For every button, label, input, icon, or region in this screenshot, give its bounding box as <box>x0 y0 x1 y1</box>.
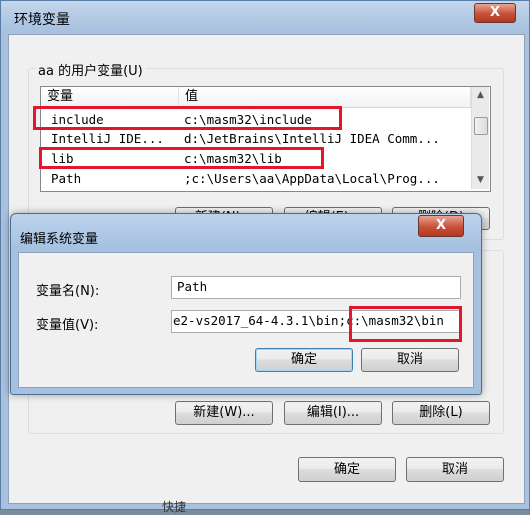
background-bottom-text: 快捷 <box>162 500 187 514</box>
ok-button[interactable]: 确定 <box>298 457 396 482</box>
dialog-ok-button[interactable]: 确定 <box>255 348 353 372</box>
window-title: 环境变量 <box>14 12 70 28</box>
variable-value: d:\JetBrains\IntelliJ IDEA Comm... <box>184 131 440 146</box>
scroll-down-arrow-icon[interactable]: ▼ <box>472 172 489 189</box>
highlight-masm32-bin <box>349 306 462 342</box>
variable-name-label: 变量名(N): <box>36 284 100 299</box>
close-icon[interactable]: X <box>474 3 516 23</box>
column-header-variable[interactable]: 变量 <box>41 87 179 107</box>
variable-value-label: 变量值(V): <box>36 318 99 333</box>
system-delete-button[interactable]: 删除(L) <box>392 401 490 425</box>
list-item[interactable]: Path ;c:\Users\aa\AppData\Local\Prog... <box>41 169 471 188</box>
cancel-button[interactable]: 取消 <box>406 457 504 482</box>
variable-name-field[interactable]: Path <box>171 276 461 299</box>
scrollbar-thumb[interactable] <box>474 117 488 135</box>
user-variables-group-label: aa 的用户变量(U) <box>35 60 146 79</box>
variable-name: Path <box>51 171 82 186</box>
scroll-up-arrow-icon[interactable]: ▲ <box>472 87 489 104</box>
variable-name: IntelliJ IDE... <box>51 131 164 146</box>
edit-system-variable-dialog: 编辑系统变量 X 变量名(N): Path 变量值(V): e2-vs2017_… <box>10 213 482 395</box>
list-header: 变量 值 <box>41 87 471 108</box>
user-variables-list[interactable]: 变量 值 include c:\masm32\include IntelliJ … <box>40 86 491 192</box>
list-item[interactable]: IntelliJ IDE... d:\JetBrains\IntelliJ ID… <box>41 129 471 148</box>
list-scrollbar[interactable]: ▲ ▼ <box>471 87 489 189</box>
close-icon[interactable]: X <box>418 215 464 237</box>
variable-value: ;c:\Users\aa\AppData\Local\Prog... <box>184 171 440 186</box>
system-edit-button[interactable]: 编辑(I)... <box>284 401 382 425</box>
column-header-value[interactable]: 值 <box>179 87 471 107</box>
highlight-lib-row <box>39 147 324 169</box>
system-new-button[interactable]: 新建(W)... <box>175 401 273 425</box>
highlight-include-row <box>33 106 342 130</box>
dialog-cancel-button[interactable]: 取消 <box>361 348 459 372</box>
dialog-title: 编辑系统变量 <box>20 232 99 247</box>
